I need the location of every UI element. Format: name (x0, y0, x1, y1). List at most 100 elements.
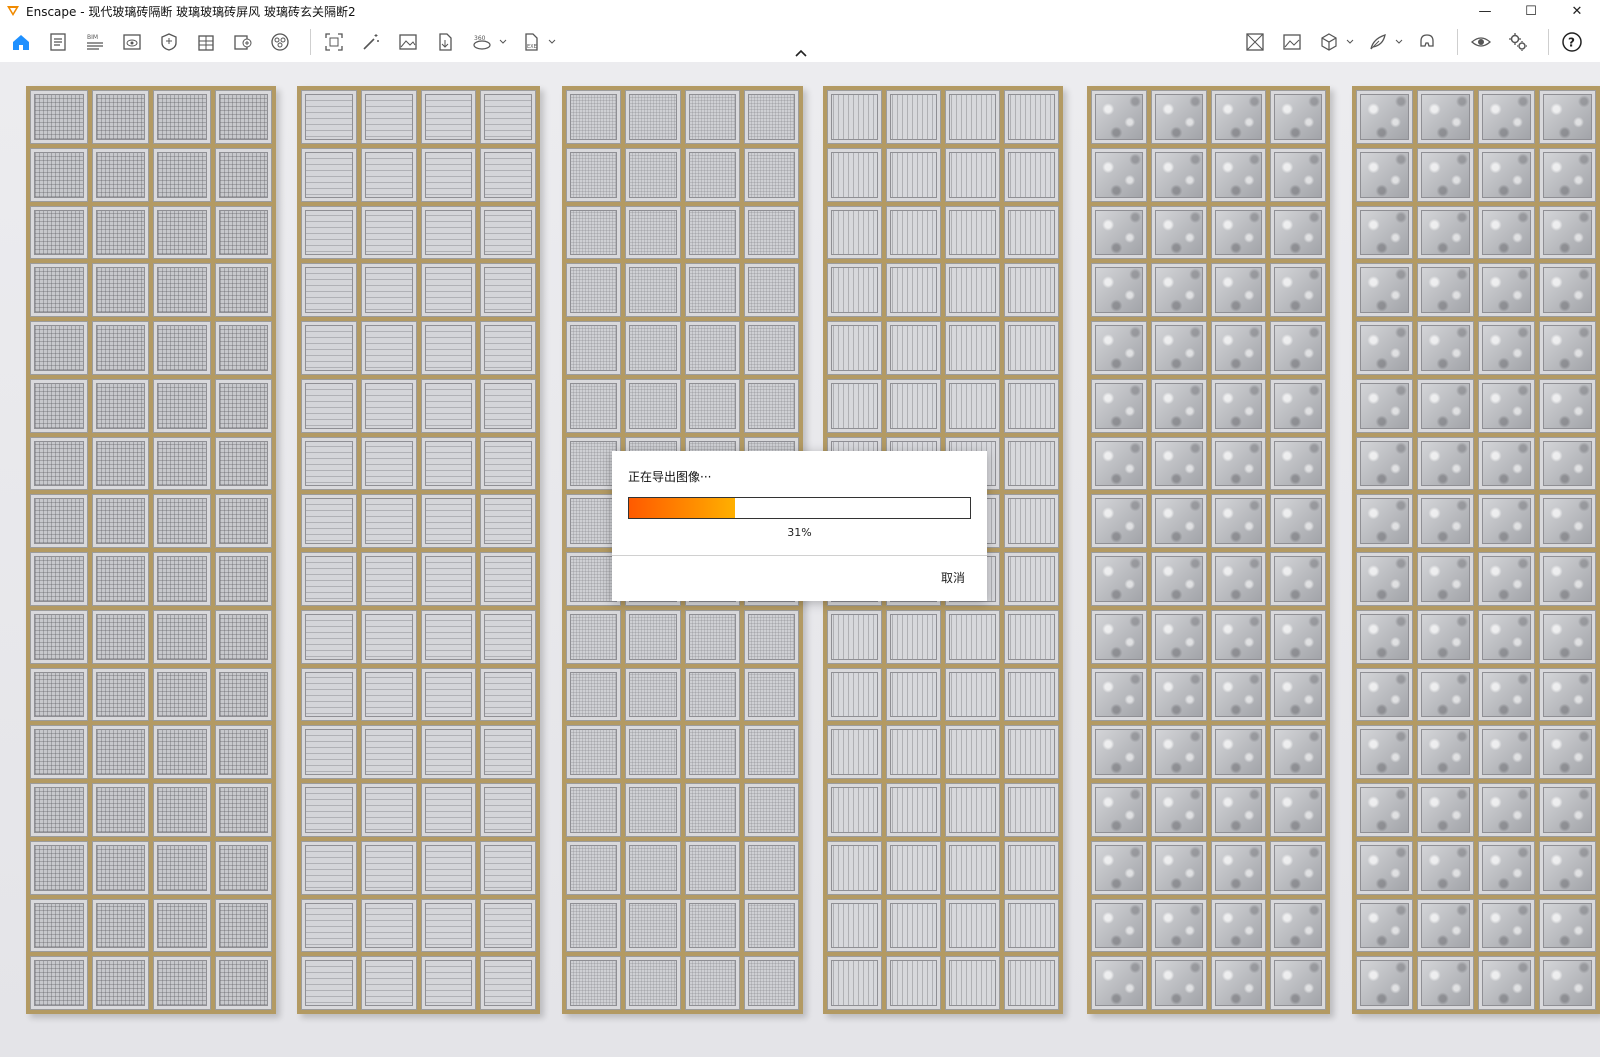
site-context-button[interactable] (1240, 28, 1270, 56)
glass-brick (1356, 783, 1413, 837)
glass-brick (1210, 321, 1267, 375)
glass-brick (420, 667, 477, 722)
glass-brick (1150, 667, 1207, 722)
collapse-toolbar-chevron-icon[interactable] (792, 47, 810, 59)
glass-brick (1004, 783, 1059, 837)
glass-brick (30, 956, 88, 1010)
glass-brick (91, 378, 149, 433)
glass-brick (743, 378, 799, 433)
glass-brick (153, 783, 211, 837)
glass-brick (886, 898, 941, 953)
bim-button[interactable]: BIM (80, 28, 110, 56)
glass-brick (1539, 898, 1596, 953)
settings-icon (1509, 33, 1527, 51)
glass-brick (480, 956, 536, 1010)
settings-button[interactable] (1503, 28, 1533, 56)
glass-brick (360, 783, 417, 837)
glass-brick (153, 840, 211, 895)
help-button[interactable]: ? (1557, 28, 1587, 56)
view-button[interactable] (117, 28, 147, 56)
minimize-button[interactable]: — (1462, 0, 1508, 22)
cube-dropdown[interactable] (1345, 28, 1355, 56)
glass-brick (1210, 147, 1267, 202)
glass-brick (827, 667, 882, 722)
glass-brick (1150, 840, 1207, 895)
home-icon (13, 35, 29, 50)
glass-brick (1539, 552, 1596, 606)
glass-brick (684, 725, 740, 779)
glass-brick (1478, 725, 1535, 779)
glass-brick (301, 321, 357, 375)
glass-brick (1270, 609, 1326, 664)
visibility-button[interactable] (1466, 28, 1496, 56)
glass-brick (684, 90, 740, 144)
maximize-button[interactable]: ☐ (1508, 0, 1554, 22)
glass-brick (360, 956, 417, 1010)
document-button[interactable] (43, 28, 73, 56)
feather-dropdown[interactable] (1394, 28, 1404, 56)
glass-brick (301, 956, 357, 1010)
chevron-down-icon (1395, 39, 1403, 44)
glass-brick (886, 378, 941, 433)
home-button[interactable] (6, 28, 36, 56)
shield-button[interactable] (154, 28, 184, 56)
vr-headset-button[interactable] (1412, 28, 1442, 56)
glass-brick (480, 436, 536, 491)
glass-brick (360, 898, 417, 953)
cancel-button[interactable]: 取消 (941, 569, 965, 586)
panorama-button[interactable]: 360 (467, 28, 497, 56)
glass-brick (91, 205, 149, 260)
glass-brick (886, 667, 941, 722)
capture-icon (1283, 34, 1301, 50)
glass-brick (566, 90, 622, 144)
glass-brick (625, 205, 681, 260)
glass-brick (1004, 667, 1059, 722)
glass-brick (214, 956, 272, 1010)
glass-brick (480, 609, 536, 664)
glass-brick (566, 783, 622, 837)
building-button[interactable] (191, 28, 221, 56)
export-progress-dialog: 正在导出图像··· 31% 取消 (612, 451, 987, 601)
glass-brick (1270, 147, 1326, 202)
glass-brick (1270, 436, 1326, 491)
asset-library-button[interactable] (228, 28, 258, 56)
glass-brick (360, 378, 417, 433)
glass-brick (625, 898, 681, 953)
glass-brick (480, 667, 536, 722)
glass-brick (301, 147, 357, 202)
glass-brick (1004, 321, 1059, 375)
material-button[interactable] (265, 28, 295, 56)
screenshot-button[interactable] (393, 28, 423, 56)
capture-button[interactable] (1277, 28, 1307, 56)
frame-button[interactable] (319, 28, 349, 56)
panorama-dropdown[interactable] (498, 28, 508, 56)
glass-brick (214, 783, 272, 837)
glass-brick (566, 263, 622, 317)
exe-export-button[interactable]: EXE (516, 28, 546, 56)
export-icon (439, 33, 452, 51)
glass-brick (91, 840, 149, 895)
glass-brick (301, 263, 357, 317)
glass-brick (30, 378, 88, 433)
glass-brick (1539, 205, 1596, 260)
glass-brick (743, 321, 799, 375)
glass-brick (684, 147, 740, 202)
cube-button[interactable] (1314, 28, 1344, 56)
feather-button[interactable] (1363, 28, 1393, 56)
glass-brick (1270, 898, 1326, 953)
close-button[interactable]: ✕ (1554, 0, 1600, 22)
glass-brick (1004, 840, 1059, 895)
glass-brick (420, 263, 477, 317)
export-button[interactable] (430, 28, 460, 56)
glass-brick (1270, 783, 1326, 837)
glass-brick (1356, 956, 1413, 1010)
magic-wand-button[interactable] (356, 28, 386, 56)
glass-brick (684, 783, 740, 837)
glass-brick (1210, 494, 1267, 548)
glass-brick (945, 667, 1000, 722)
site-context-icon (1246, 33, 1264, 51)
exe-export-dropdown[interactable] (547, 28, 557, 56)
glass-brick (214, 725, 272, 779)
glass-brick (1270, 90, 1326, 144)
glass-brick (214, 147, 272, 202)
